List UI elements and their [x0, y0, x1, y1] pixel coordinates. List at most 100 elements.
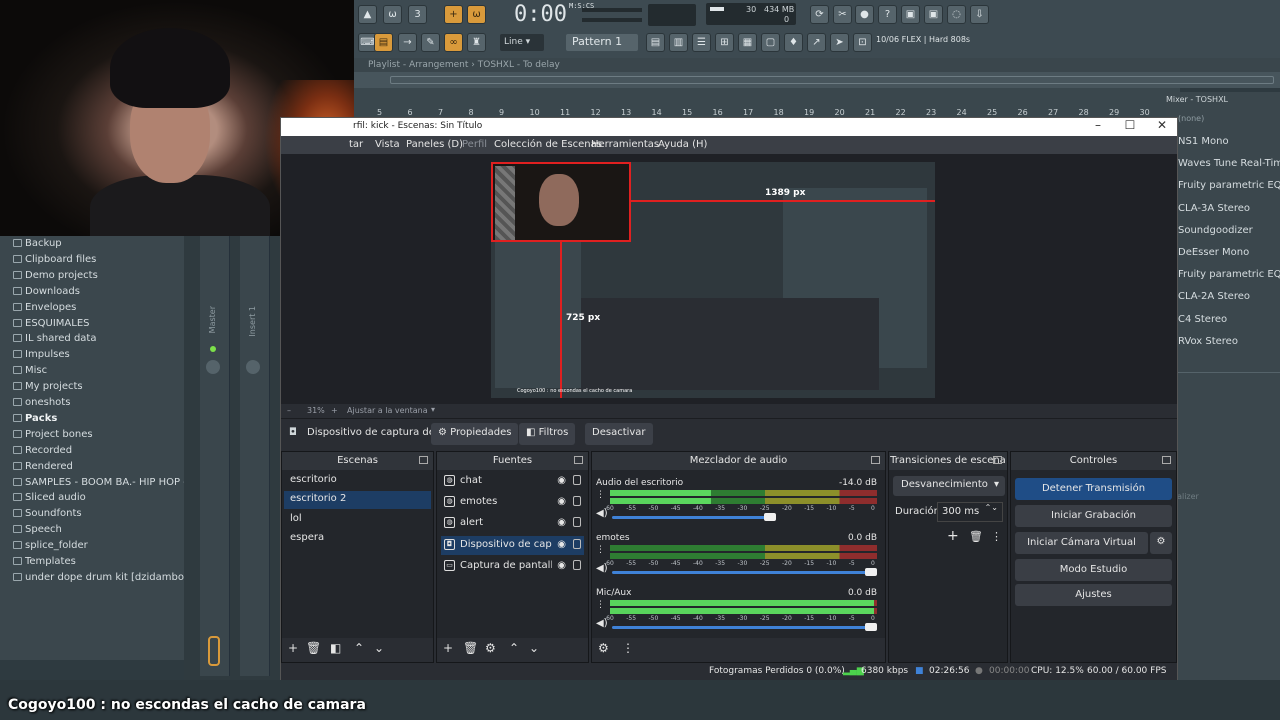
preview-canvas[interactable]: 1389 px 725 px Cogoyo100 : no escondas e… [491, 162, 935, 398]
menu-item[interactable]: Colección de Escenas [494, 139, 602, 150]
master-strip[interactable]: Master [200, 236, 230, 676]
playlist-icon[interactable]: ▤ [646, 33, 665, 52]
browser-item[interactable]: splice_folder [13, 540, 88, 551]
start-virtual-camera-button[interactable]: Iniciar Cámara Virtual [1015, 532, 1148, 554]
plugin-icon[interactable]: ▢ [761, 33, 780, 52]
trash-icon[interactable]: 🗑 [969, 530, 983, 543]
master-volume-slider[interactable] [582, 8, 642, 12]
fx-slot[interactable]: DeEsser Mono [1178, 247, 1249, 258]
tempo-tapper-icon[interactable]: ↗ [807, 33, 826, 52]
master-pitch-slider[interactable] [582, 18, 642, 22]
touch-keyboard-icon[interactable]: ➤ [830, 33, 849, 52]
obs-preview[interactable]: 1389 px 725 px Cogoyo100 : no escondas e… [281, 154, 1177, 406]
fx-slot[interactable]: Fruity parametric EQ 2 [1178, 269, 1280, 280]
master-link-icon[interactable] [208, 636, 220, 666]
browser-item[interactable]: Project bones [13, 429, 93, 440]
menu-item[interactable]: Herramientas [591, 139, 659, 150]
menu-item[interactable]: Vista [375, 139, 400, 150]
trash-icon[interactable]: 🗑 [463, 641, 478, 655]
eye-icon[interactable]: ◉ [557, 539, 566, 550]
master-pan-knob[interactable] [206, 360, 220, 374]
undock-icon[interactable] [1162, 456, 1171, 464]
source-item[interactable]: ◘ Dispositivo de captur ◉ [441, 535, 584, 555]
stepper-icon[interactable]: ⌃⌄ [985, 503, 998, 512]
lock-icon[interactable] [573, 475, 581, 485]
properties-button[interactable]: ⚙ Propiedades [431, 423, 519, 445]
minimize-icon[interactable]: – [1083, 118, 1113, 132]
move-up-icon[interactable]: ⌃ [509, 641, 519, 655]
eye-icon[interactable]: ◉ [557, 475, 566, 486]
fx-slot[interactable]: CLA-3A Stereo [1178, 203, 1250, 214]
browser-item[interactable]: Misc [13, 365, 47, 376]
mic-icon[interactable]: ● [855, 5, 874, 24]
browser-item[interactable]: Templates [13, 556, 76, 567]
browser-item[interactable]: Sliced audio [13, 492, 86, 503]
volume-icon[interactable]: ◀) [596, 618, 608, 629]
cut-icon[interactable]: ✂ [833, 5, 852, 24]
studio-mode-button[interactable]: Modo Estudio [1015, 559, 1172, 581]
eye-icon[interactable]: ◉ [557, 517, 566, 528]
arrow-right-icon[interactable]: → [398, 33, 417, 52]
metronome-icon[interactable]: ▲ [358, 5, 377, 24]
save-icon[interactable]: ▣ [901, 5, 920, 24]
menu-item[interactable]: Ayuda (H) [658, 139, 707, 150]
undock-icon[interactable] [871, 456, 880, 464]
browser-item[interactable]: oneshots [13, 397, 70, 408]
menu-item[interactable]: Paneles (D) [406, 139, 463, 150]
source-item[interactable]: ◍ alert ◉ [441, 514, 584, 533]
volume-icon[interactable]: ◀) [596, 563, 608, 574]
move-down-icon[interactable]: ⌄ [529, 641, 539, 655]
fx-slot[interactable]: C4 Stereo [1178, 314, 1227, 325]
cart-icon[interactable]: ⊡ [853, 33, 872, 52]
browser-item[interactable]: ESQUIMALES [13, 318, 90, 329]
snap-select[interactable]: Line ▾ [500, 34, 544, 51]
link-icon[interactable]: ∞ [444, 33, 463, 52]
scene-item[interactable]: lol [284, 511, 431, 529]
chat-icon[interactable]: ◌ [947, 5, 966, 24]
volume-knob[interactable] [865, 623, 877, 631]
save-as-icon[interactable]: ▣ [924, 5, 943, 24]
webcam-source-selection[interactable] [491, 162, 631, 242]
playlist-header[interactable]: Playlist - Arrangement › TOSHXL - To del… [354, 58, 1280, 72]
playlist-scrollbar[interactable] [354, 72, 1280, 88]
volume-slider[interactable] [612, 516, 771, 519]
move-up-icon[interactable]: ⌃ [354, 641, 364, 655]
undock-icon[interactable] [419, 456, 428, 464]
fx-slot[interactable]: RVox Stereo [1178, 336, 1238, 347]
step-edit-icon[interactable]: ▤ [374, 33, 393, 52]
browser-item[interactable]: IL shared data [13, 333, 96, 344]
browser-item[interactable]: Downloads [13, 286, 80, 297]
refresh-icon[interactable]: ⟳ [810, 5, 829, 24]
browser-item[interactable]: Soundfonts [13, 508, 82, 519]
scene-item[interactable]: escritorio [284, 472, 431, 490]
browser-item[interactable]: My projects [13, 381, 83, 392]
stop-stream-button[interactable]: Detener Transmisión [1015, 478, 1172, 500]
help-icon[interactable]: ? [878, 5, 897, 24]
insert-strip[interactable]: Insert 1 [240, 236, 270, 676]
zoom-out-icon[interactable]: – [287, 406, 291, 415]
loop-record-icon[interactable]: ω [467, 5, 486, 24]
channel-rack-icon[interactable]: ☰ [692, 33, 711, 52]
source-item[interactable]: ◍ chat ◉ [441, 472, 584, 491]
undock-icon[interactable] [574, 456, 583, 464]
mixer-icon[interactable]: ⊞ [715, 33, 734, 52]
fx-slot[interactable]: Waves Tune Real-Time [1178, 158, 1280, 169]
close-icon[interactable]: ✕ [1147, 118, 1177, 132]
mixer-preset[interactable]: (none) [1178, 114, 1204, 123]
browser-item[interactable]: Demo projects [13, 270, 98, 281]
more-options-icon[interactable]: ⋮ [596, 545, 605, 555]
volume-slider[interactable] [612, 626, 877, 629]
volume-knob[interactable] [865, 568, 877, 576]
lock-icon[interactable] [573, 538, 581, 549]
scroll-thumb[interactable] [390, 76, 1274, 84]
lock-icon[interactable] [573, 496, 581, 507]
stamp-icon[interactable]: ♜ [467, 33, 486, 52]
piano-roll-icon[interactable]: ▥ [669, 33, 688, 52]
browser-icon[interactable]: ▦ [738, 33, 757, 52]
more-options-icon[interactable]: ⋮ [596, 600, 605, 610]
add-icon[interactable]: + [288, 641, 298, 655]
deactivate-button[interactable]: Desactivar [585, 423, 653, 445]
browser-item[interactable]: Impulses [13, 349, 70, 360]
browser-item[interactable]: Speech [13, 524, 62, 535]
duration-input[interactable]: 300 ms ⌃⌄ [937, 502, 1003, 522]
